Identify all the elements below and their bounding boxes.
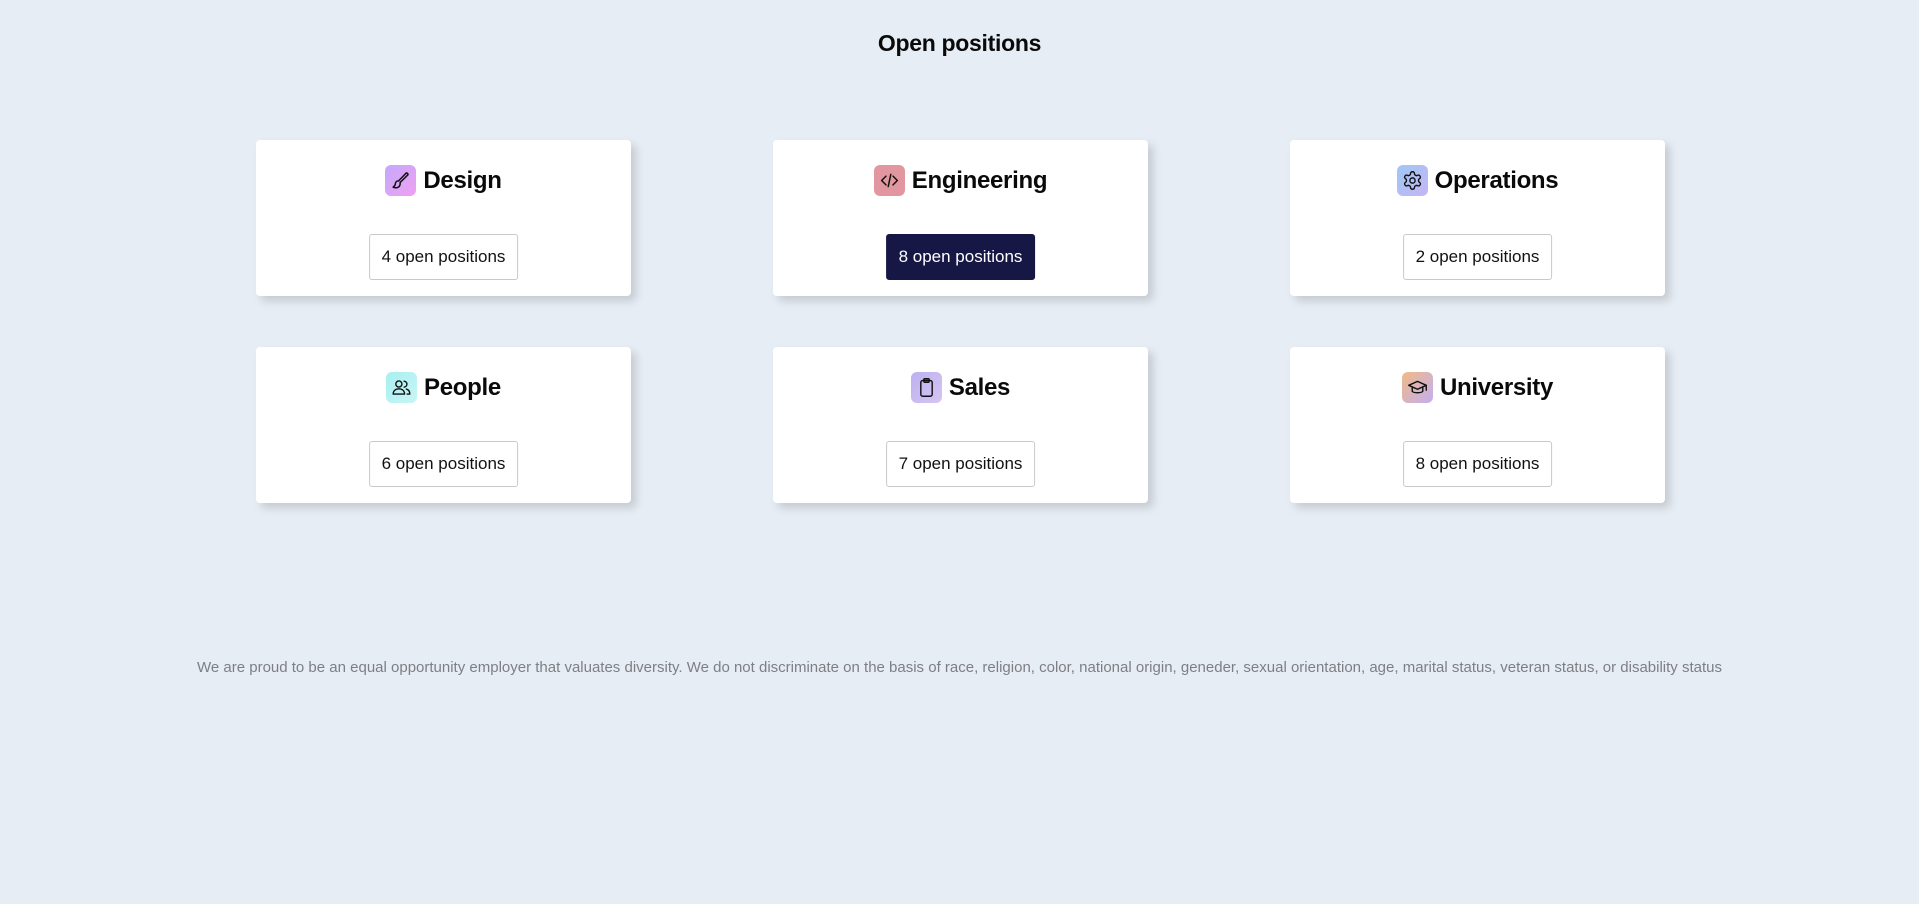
department-card-people: People 6 open positions xyxy=(256,347,631,503)
card-header: Engineering xyxy=(773,165,1148,196)
card-header: Operations xyxy=(1290,165,1665,196)
card-title: Design xyxy=(423,167,502,194)
department-card-sales: Sales 7 open positions xyxy=(773,347,1148,503)
page-title: Open positions xyxy=(877,30,1042,56)
open-positions-button-university[interactable]: 8 open positions xyxy=(1402,441,1553,487)
paintbrush-icon xyxy=(385,165,417,196)
open-positions-button-sales[interactable]: 7 open positions xyxy=(885,441,1036,487)
open-positions-button-engineering[interactable]: 8 open positions xyxy=(885,234,1036,280)
department-card-design: Design 4 open positions xyxy=(256,140,631,296)
department-card-university: University 8 open positions xyxy=(1290,347,1665,503)
graduation-cap-icon xyxy=(1401,372,1433,403)
open-positions-button-design[interactable]: 4 open positions xyxy=(368,234,519,280)
card-header: University xyxy=(1290,372,1665,403)
code-icon xyxy=(873,165,905,196)
card-title: Sales xyxy=(948,374,1011,401)
departments-grid: Design 4 open positions Engineering 8 op… xyxy=(256,140,1665,503)
gear-icon xyxy=(1396,165,1428,196)
card-header: Sales xyxy=(773,372,1148,403)
card-title: Engineering xyxy=(911,167,1048,194)
card-header: People xyxy=(256,372,631,403)
card-header: Design xyxy=(256,165,631,196)
clipboard-icon xyxy=(910,372,942,403)
open-positions-button-people[interactable]: 6 open positions xyxy=(368,441,519,487)
card-title: Operations xyxy=(1434,167,1559,194)
card-title: University xyxy=(1439,374,1554,401)
department-card-operations: Operations 2 open positions xyxy=(1290,140,1665,296)
department-card-engineering: Engineering 8 open positions xyxy=(773,140,1148,296)
users-icon xyxy=(386,372,418,403)
card-title: People xyxy=(424,374,501,401)
equal-opportunity-statement: We are proud to be an equal opportunity … xyxy=(196,659,1722,676)
open-positions-button-operations[interactable]: 2 open positions xyxy=(1402,234,1553,280)
